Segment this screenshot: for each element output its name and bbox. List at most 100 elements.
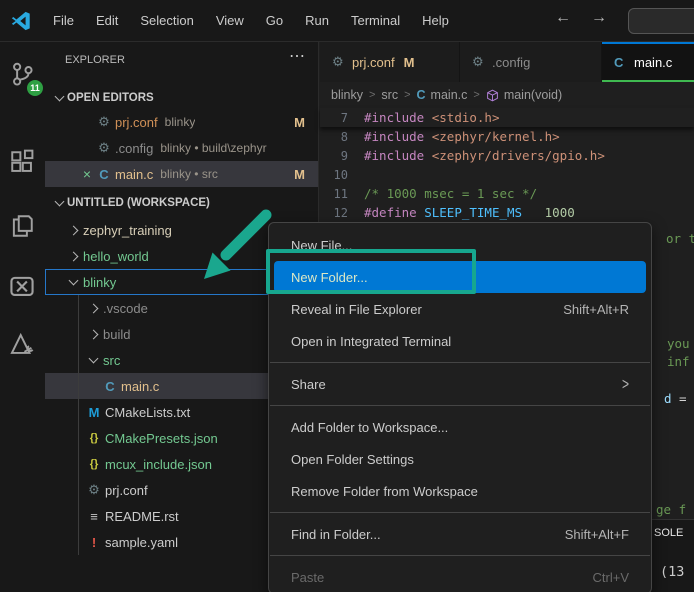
panel-output-fragment: (13	[660, 564, 684, 580]
code-area[interactable]: 7#include <stdio.h>8#include <zephyr/ker…	[320, 108, 694, 222]
code-token: <zephyr/kernel.h>	[432, 129, 560, 144]
indent-guide	[78, 295, 79, 555]
title-bar: FileEditSelectionViewGoRunTerminalHelp ←…	[0, 0, 694, 42]
menu-go[interactable]: Go	[255, 9, 294, 32]
activity-bar: 11	[0, 42, 45, 592]
line-number: 12	[320, 206, 364, 220]
menu-item-label: Paste	[291, 570, 573, 585]
chevron-right-icon	[68, 251, 78, 261]
code-token: <stdio.h>	[432, 110, 500, 125]
menu-run[interactable]: Run	[294, 9, 340, 32]
copy-pages-icon[interactable]	[5, 208, 39, 244]
code-token: d	[664, 391, 672, 406]
code-fragment: inf	[667, 354, 690, 369]
code-token: /* 1000 msec = 1 sec */	[364, 186, 537, 201]
cmake-icon: M	[85, 405, 103, 420]
line-number: 8	[320, 130, 364, 144]
json-braces-icon: {}	[85, 432, 103, 444]
code-token	[522, 205, 545, 220]
code-token: inf	[667, 354, 690, 369]
forward-arrow-icon[interactable]: →	[586, 9, 612, 27]
menu-separator	[270, 512, 650, 513]
line-number: 11	[320, 187, 364, 201]
breadcrumb-item[interactable]: main.c	[431, 88, 468, 102]
extensions-icon[interactable]	[5, 144, 39, 180]
tree-item-label: sample.yaml	[105, 535, 178, 550]
tree-item-label: CMakePresets.json	[105, 431, 218, 446]
code-token: or t	[666, 231, 694, 246]
explorer-header: EXPLORER ⋯	[45, 42, 318, 78]
chevron-down-icon	[68, 276, 78, 286]
code-line-8: 8#include <zephyr/kernel.h>	[320, 127, 694, 146]
menu-edit[interactable]: Edit	[85, 9, 129, 32]
menu-item-label: Reveal in File Explorer	[291, 302, 543, 317]
tab-main-c[interactable]: Cmain.c	[602, 42, 694, 82]
x-tool-icon[interactable]	[5, 268, 39, 304]
menu-shortcut: Ctrl+V	[593, 570, 629, 585]
open-editor-main.c[interactable]: ×Cmain.cblinky • srcM	[45, 161, 318, 187]
menu-item-label: Add Folder to Workspace...	[291, 420, 629, 435]
tree-item-label: mcux_include.json	[105, 457, 212, 472]
more-actions-icon[interactable]: ⋯	[289, 46, 306, 66]
tab-prj-conf[interactable]: ⚙prj.confM	[320, 42, 460, 82]
menu-item-find-in-folder[interactable]: Find in Folder... Shift+Alt+F	[274, 518, 646, 550]
menu-view[interactable]: View	[205, 9, 255, 32]
command-center-search[interactable]	[628, 8, 694, 34]
close-icon[interactable]: ×	[79, 166, 95, 182]
mcux-tool-icon[interactable]	[5, 326, 39, 362]
menu-selection[interactable]: Selection	[129, 9, 204, 32]
menu-item-open-in-integrated-terminal[interactable]: Open in Integrated Terminal	[274, 325, 646, 357]
breadcrumb-item[interactable]: src	[381, 88, 398, 102]
gear-icon: ⚙	[85, 482, 103, 498]
menu-item-add-folder-to-workspace[interactable]: Add Folder to Workspace...	[274, 411, 646, 443]
back-arrow-icon[interactable]: ←	[550, 9, 576, 27]
tree-item-label: .vscode	[103, 301, 148, 316]
rst-list-icon: ≡	[85, 509, 103, 524]
code-token: #define	[364, 205, 417, 220]
code-token	[424, 148, 432, 163]
source-control-badge: 11	[27, 80, 43, 96]
line-number: 9	[320, 149, 364, 163]
menu-file[interactable]: File	[42, 9, 85, 32]
open-editors-label: OPEN EDITORS	[67, 92, 154, 104]
tree-item-label: main.c	[121, 379, 159, 394]
c-file-icon: C	[417, 88, 426, 102]
open-editor-prj.conf[interactable]: ⚙prj.confblinkyM	[45, 109, 318, 135]
gear-icon: ⚙	[472, 54, 492, 70]
menu-item-label: Share	[291, 377, 622, 392]
code-token: =	[672, 391, 687, 406]
breadcrumb-item[interactable]: main(void)	[504, 88, 562, 102]
menu-item-label: Find in Folder...	[291, 527, 545, 542]
c-file-icon: C	[614, 55, 634, 70]
menu-shortcut: Shift+Alt+F	[565, 527, 629, 542]
tab--config[interactable]: ⚙.config	[460, 42, 602, 82]
code-token: 1000	[545, 205, 575, 220]
menu-item-remove-folder-from-workspace[interactable]: Remove Folder from Workspace	[274, 475, 646, 507]
chevron-down-icon	[88, 354, 98, 364]
breadcrumb-item[interactable]: blinky	[331, 88, 363, 102]
chevron-right-icon	[88, 303, 98, 313]
menu-item-reveal-in-file-explorer[interactable]: Reveal in File ExplorerShift+Alt+R	[274, 293, 646, 325]
menu-item-open-folder-settings[interactable]: Open Folder Settings	[274, 443, 646, 475]
source-control-icon[interactable]: 11	[5, 56, 39, 92]
menu-item-label: Open Folder Settings	[291, 452, 629, 467]
code-fragment: you	[667, 336, 690, 351]
file-name: prj.conf	[115, 115, 158, 130]
debug-console-tab-fragment[interactable]: SOLE	[654, 527, 683, 539]
menu-separator	[270, 555, 650, 556]
gear-icon: ⚙	[95, 140, 113, 156]
menu-terminal[interactable]: Terminal	[340, 9, 411, 32]
open-editors-header[interactable]: OPEN EDITORS	[45, 86, 318, 110]
menu-help[interactable]: Help	[411, 9, 460, 32]
file-name: main.c	[115, 167, 153, 182]
menu-item-label: Remove Folder from Workspace	[291, 484, 629, 499]
yaml-warning-icon: !	[85, 535, 103, 550]
code-line-11: 11/* 1000 msec = 1 sec */	[320, 184, 694, 203]
c-file-icon: C	[95, 167, 113, 182]
menu-item-share[interactable]: Share>	[274, 368, 646, 400]
breadcrumb[interactable]: blinky>src>Cmain.c>main(void)	[320, 82, 694, 108]
bottom-panel-corner: SOLE (13	[651, 519, 694, 592]
code-token	[424, 129, 432, 144]
code-token: ge f	[656, 502, 686, 517]
open-editor-.config[interactable]: ⚙.configblinky • build\zephyr	[45, 135, 318, 161]
